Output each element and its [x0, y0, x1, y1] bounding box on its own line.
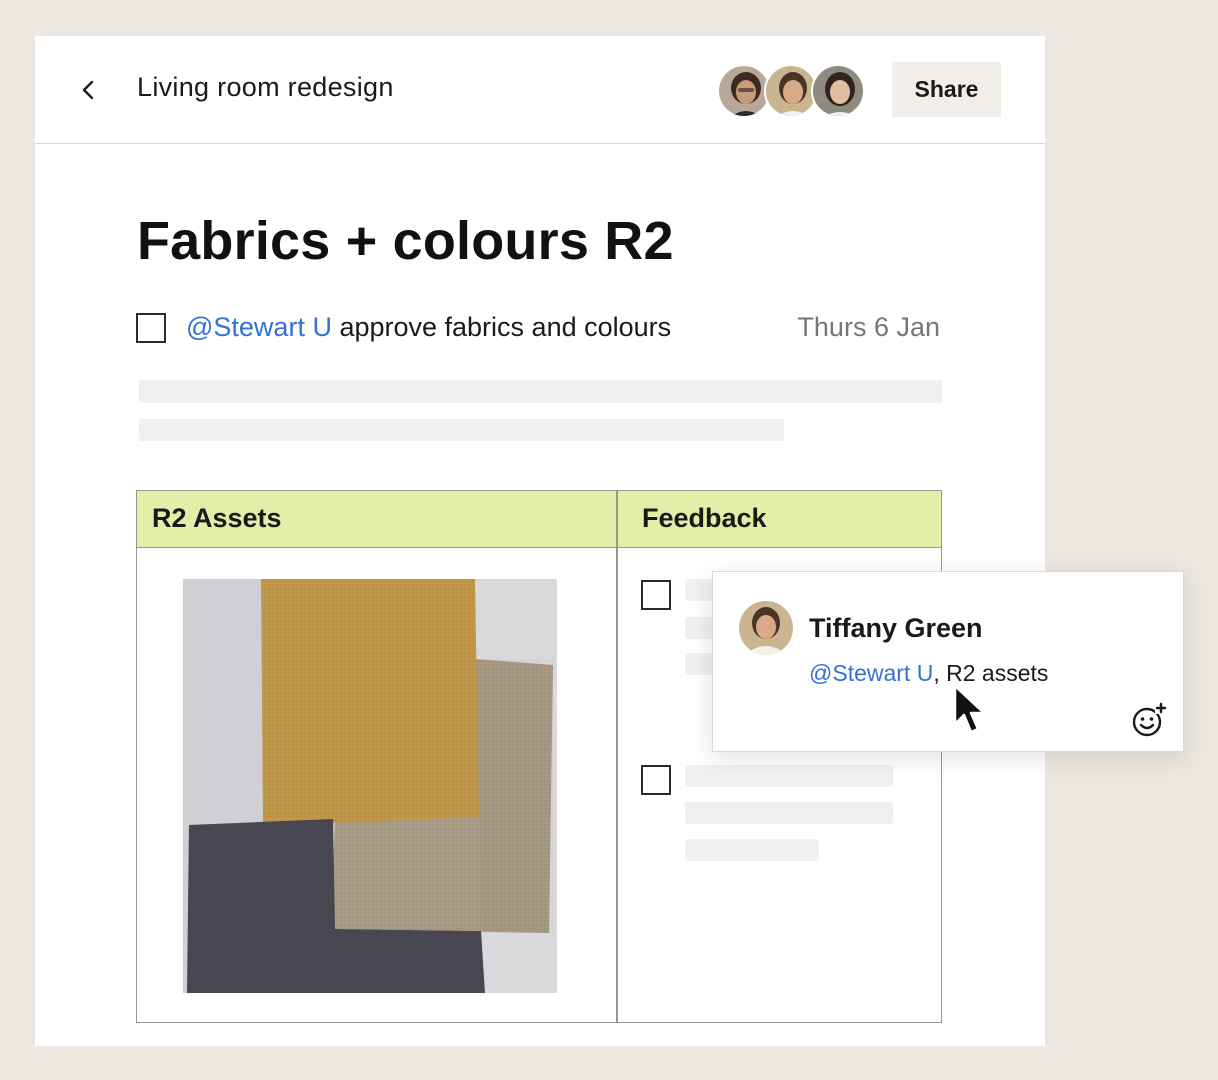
text-placeholder	[139, 380, 942, 403]
mention-link[interactable]: @Stewart U	[809, 660, 933, 686]
mention-link[interactable]: @Stewart U	[186, 312, 332, 342]
text-placeholder	[685, 802, 893, 824]
page-heading: Fabrics + colours R2	[137, 211, 674, 271]
back-button[interactable]	[75, 76, 103, 104]
table-header-row: R2 Assets Feedback	[137, 491, 941, 548]
comment-author: Tiffany Green	[809, 613, 983, 643]
task-description: approve fabrics and colours	[331, 312, 672, 342]
mouse-pointer-icon	[953, 684, 986, 734]
add-reaction-icon	[1132, 702, 1167, 737]
comment-text: @Stewart U, R2 assets	[809, 660, 1048, 687]
comment-popup[interactable]: Tiffany Green @Stewart U, R2 assets	[712, 571, 1184, 752]
task-checkbox[interactable]	[136, 313, 166, 343]
task-item: @Stewart U approve fabrics and colours T…	[136, 308, 942, 348]
column-header-feedback: Feedback	[642, 503, 767, 533]
text-placeholder	[685, 839, 819, 861]
top-bar: Living room redesign Share	[35, 36, 1045, 144]
share-button[interactable]: Share	[892, 62, 1001, 117]
document-card: Living room redesign Share Fabrics + col…	[35, 36, 1045, 1046]
avatar[interactable]	[764, 64, 818, 118]
avatar	[739, 601, 793, 655]
text-placeholder	[685, 765, 893, 787]
comment-body: , R2 assets	[933, 660, 1049, 686]
column-header-assets: R2 Assets	[152, 503, 282, 533]
collaborator-avatars[interactable]	[717, 64, 867, 118]
avatar[interactable]	[811, 64, 865, 118]
task-text: @Stewart U approve fabrics and colours	[186, 312, 671, 343]
feedback-checkbox[interactable]	[641, 765, 671, 795]
assets-table: R2 Assets Feedback	[136, 490, 942, 1023]
chevron-left-icon	[82, 80, 94, 100]
column-divider	[616, 491, 618, 1022]
document-title: Living room redesign	[137, 72, 394, 102]
feedback-checkbox[interactable]	[641, 580, 671, 610]
text-placeholder	[139, 419, 784, 441]
avatar[interactable]	[717, 64, 771, 118]
add-reaction-button[interactable]	[1129, 700, 1169, 740]
task-due-date: Thurs 6 Jan	[797, 312, 940, 342]
fabric-swatches-image[interactable]	[183, 579, 557, 993]
